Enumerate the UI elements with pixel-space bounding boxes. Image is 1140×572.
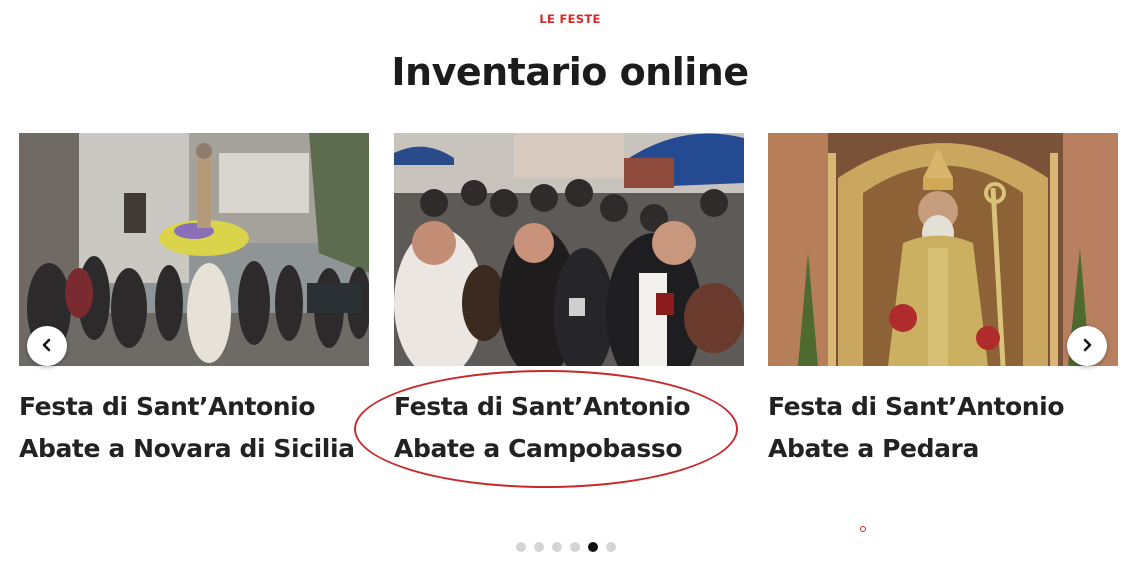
- pagination-dot[interactable]: [606, 542, 616, 552]
- card-title-line2[interactable]: Abate a Campobasso: [394, 428, 744, 470]
- card-title-line1[interactable]: Festa di Sant’Antonio: [768, 386, 1118, 428]
- pagination-dot-active[interactable]: [588, 542, 598, 552]
- carousel-prev-button[interactable]: [27, 326, 67, 366]
- procession-photo[interactable]: [19, 133, 369, 366]
- carousel-card[interactable]: Festa di Sant’Antonio Abate a Novara di …: [19, 133, 369, 470]
- section-kicker: LE FESTE: [539, 12, 601, 26]
- saint-statue-altar-photo[interactable]: [768, 133, 1118, 366]
- chevron-left-icon: [40, 337, 54, 356]
- card-title-line2[interactable]: Abate a Novara di Sicilia: [19, 428, 369, 470]
- chevron-right-icon: [1080, 337, 1094, 356]
- pagination-dot[interactable]: [534, 542, 544, 552]
- card-title-line1[interactable]: Festa di Sant’Antonio: [19, 386, 369, 428]
- blessing-of-animals-photo[interactable]: [394, 133, 744, 366]
- card-title-line2[interactable]: Abate a Pedara: [768, 428, 1118, 470]
- carousel-next-button[interactable]: [1067, 326, 1107, 366]
- carousel-card[interactable]: Festa di Sant’Antonio Abate a Campobasso: [394, 133, 744, 470]
- carousel-card[interactable]: Festa di Sant’Antonio Abate a Pedara: [768, 133, 1118, 470]
- card-title-line1[interactable]: Festa di Sant’Antonio: [394, 386, 744, 428]
- section-title: Inventario online: [391, 50, 749, 94]
- carousel-pagination: [516, 542, 616, 552]
- pagination-dot[interactable]: [516, 542, 526, 552]
- pagination-dot[interactable]: [552, 542, 562, 552]
- annotation-mark: [860, 526, 866, 532]
- pagination-dot[interactable]: [570, 542, 580, 552]
